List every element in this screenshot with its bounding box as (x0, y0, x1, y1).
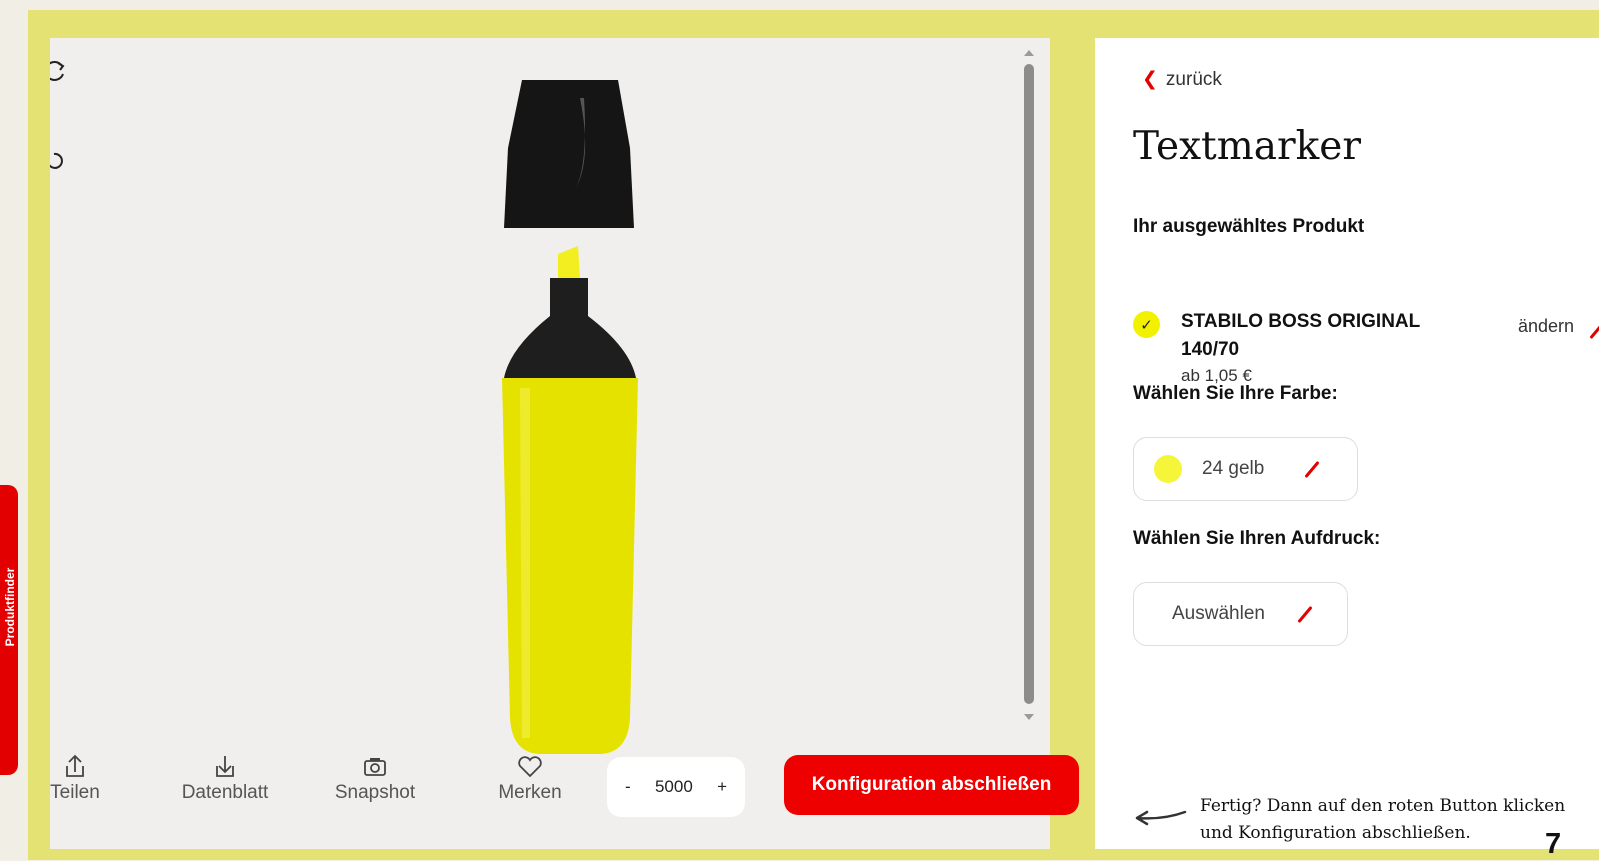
camera-icon (364, 758, 386, 776)
highlighter-3d-model (502, 80, 638, 754)
selected-product-heading: Ihr ausgewähltes Produkt (1133, 216, 1365, 237)
finish-configuration-button[interactable]: Konfiguration abschließen (784, 755, 1079, 815)
quantity-value[interactable]: 5000 (655, 777, 693, 797)
color-swatch (1154, 455, 1182, 483)
quantity-stepper[interactable]: - 5000 + (607, 757, 745, 817)
productfinder-tab-label: Produktfinder (3, 567, 17, 647)
back-link[interactable]: ❮ zurück (1142, 68, 1222, 91)
page-number: 7 (1545, 828, 1562, 860)
rotate-3d-icon[interactable] (50, 148, 68, 174)
hint-text: Fertig? Dann auf den roten Button klicke… (1200, 796, 1566, 843)
snapshot-button[interactable]: Snapshot (330, 752, 420, 804)
scroll-down-arrow[interactable] (1024, 714, 1034, 720)
share-icon (66, 754, 84, 777)
snapshot-label: Snapshot (334, 782, 416, 803)
share-label: Teilen (50, 782, 100, 803)
product-name: STABILO BOSS ORIGINAL 140/70 (1181, 308, 1420, 364)
scroll-up-arrow[interactable] (1024, 50, 1034, 56)
pencil-icon (1589, 321, 1599, 340)
productfinder-tab[interactable]: Produktfinder (0, 485, 18, 775)
product-viewer[interactable] (50, 38, 1050, 849)
change-product-link[interactable]: ändern (1518, 316, 1599, 340)
pencil-icon (1297, 605, 1313, 623)
page-title: Textmarker (1133, 124, 1361, 169)
print-value: Auswählen (1172, 603, 1265, 624)
download-icon (216, 756, 234, 777)
chevron-left-icon: ❮ (1142, 69, 1158, 90)
arrow-left-icon (1135, 810, 1187, 826)
datasheet-label: Datenblatt (181, 782, 269, 803)
share-button[interactable]: Teilen (45, 752, 105, 804)
back-label: zurück (1165, 69, 1222, 90)
remember-label: Merken (498, 782, 562, 803)
color-heading: Wählen Sie Ihre Farbe: (1133, 383, 1338, 404)
product-name-line2: 140/70 (1181, 339, 1240, 360)
config-panel: ❮ zurück Textmarker Ihr ausgewähltes Prod… (1095, 38, 1599, 860)
scroll-thumb[interactable] (1024, 64, 1034, 704)
color-selector[interactable]: 24 gelb (1133, 437, 1358, 501)
print-heading: Wählen Sie Ihren Aufdruck: (1133, 528, 1381, 549)
color-value: 24 gelb (1202, 458, 1265, 479)
pencil-icon (1304, 460, 1320, 478)
remember-button[interactable]: Merken (490, 752, 570, 804)
check-icon: ✓ (1133, 311, 1160, 338)
print-selector[interactable]: Auswählen (1133, 582, 1348, 646)
viewer-scrollbar[interactable] (1022, 50, 1036, 720)
change-label: ändern (1518, 316, 1575, 336)
decrement-button[interactable]: - (625, 777, 631, 797)
datasheet-button[interactable]: Datenblatt (175, 752, 275, 804)
heart-icon (518, 756, 542, 778)
increment-button[interactable]: + (717, 777, 727, 797)
refresh-icon[interactable] (50, 58, 68, 84)
product-name-line1: STABILO BOSS ORIGINAL (1181, 311, 1421, 332)
